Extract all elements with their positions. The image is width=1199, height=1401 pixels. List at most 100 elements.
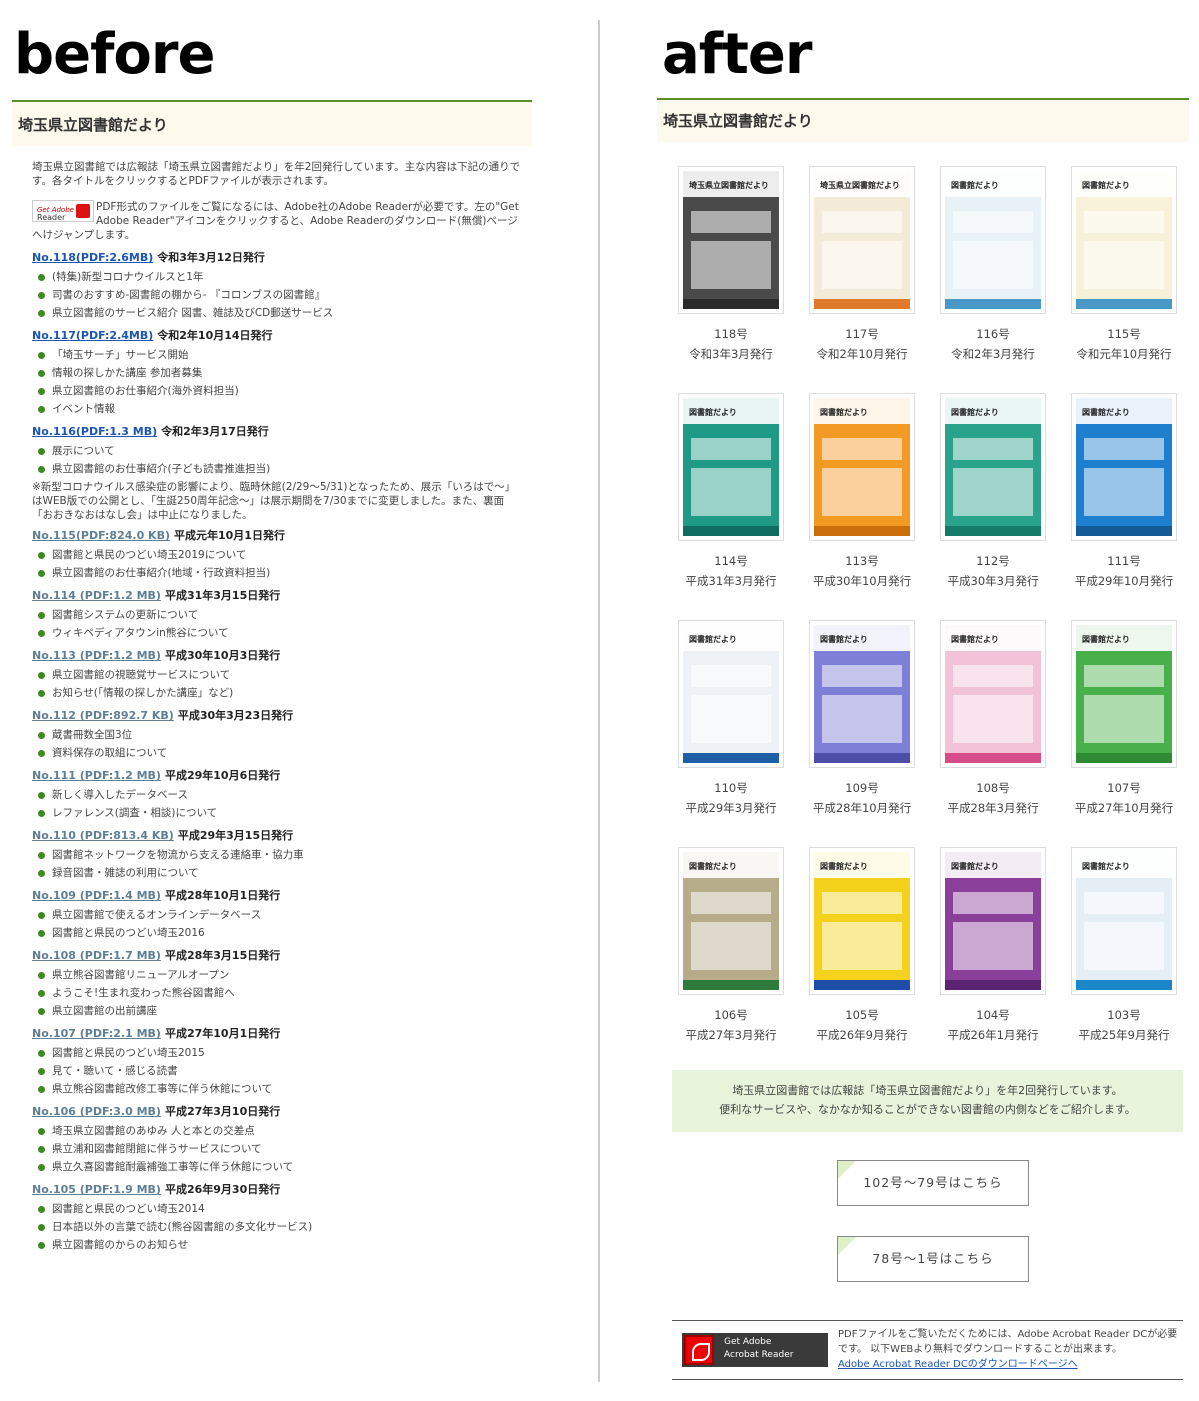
cover-body-block: [953, 468, 1033, 516]
issue-date: 平成26年9月30日発行: [164, 1183, 281, 1196]
issue-pdf-link[interactable]: No.107 (PDF:2.1 MB): [32, 1027, 161, 1040]
newsletter-card[interactable]: 埼玉県立図書館だより 117号 令和2年10月発行: [809, 166, 915, 362]
issue-pdf-link[interactable]: No.106 (PDF:3.0 MB): [32, 1105, 161, 1118]
cover-masthead-text: 図書館だより: [951, 408, 999, 417]
acrobat-reader-notice: Get Adobe Acrobat Reader PDFファイルをご覧いただくた…: [672, 1320, 1183, 1380]
cover-masthead-text: 図書館だより: [951, 635, 999, 644]
issue-topic-item: 県立図書館の出前講座: [32, 1002, 524, 1020]
cover-masthead: 図書館だより: [1076, 852, 1172, 878]
cover-body-block: [691, 922, 771, 970]
newsletter-card[interactable]: 図書館だより 112号 平成30年3月発行: [940, 393, 1046, 589]
newsletter-cover-thumbnail[interactable]: 埼玉県立図書館だより: [809, 166, 915, 314]
issue-pdf-link[interactable]: No.108 (PDF:1.7 MB): [32, 949, 161, 962]
cover-headline-block: [822, 438, 902, 460]
newsletter-card[interactable]: 図書館だより 107号 平成27年10月発行: [1071, 620, 1177, 816]
cover-masthead-text: 図書館だより: [689, 635, 737, 644]
issue-pdf-link[interactable]: No.111 (PDF:1.2 MB): [32, 769, 161, 782]
cover-masthead: 図書館だより: [683, 852, 779, 878]
issue-topic-item: 新しく導入したデータベース: [32, 786, 524, 804]
cover-footer-stripe: [683, 299, 779, 309]
issue-topic-item: お知らせ(「情報の探しかた講座」など): [32, 684, 524, 702]
newsletter-cover-thumbnail[interactable]: 図書館だより: [940, 620, 1046, 768]
issue-topics: 新しく導入したデータベース レファレンス(調査・相談)について: [32, 786, 524, 822]
cover-footer-stripe: [945, 753, 1041, 763]
newsletter-cover-thumbnail[interactable]: 図書館だより: [940, 166, 1046, 314]
issue-topics: 「埼玉サーチ」サービス開始 情報の探しかた講座 参加者募集 県立図書館のお仕事紹介(…: [32, 346, 524, 418]
newsletter-card[interactable]: 図書館だより 104号 平成26年1月発行: [940, 847, 1046, 1043]
issue-pdf-link[interactable]: No.114 (PDF:1.2 MB): [32, 589, 161, 602]
newsletter-card[interactable]: 図書館だより 113号 平成30年10月発行: [809, 393, 915, 589]
notice-line-1: 埼玉県立図書館では広報誌「埼玉県立図書館だより」を年2回発行しています。: [732, 1084, 1123, 1097]
cover-headline-block: [953, 665, 1033, 687]
issue-topic-item: ようこそ!生まれ変わった熊谷図書館へ: [32, 984, 524, 1002]
cover-footer-stripe: [683, 526, 779, 536]
issue-topic-item: 図書館と県民のつどい埼玉2015: [32, 1044, 524, 1062]
newsletter-cover-thumbnail[interactable]: 図書館だより: [940, 847, 1046, 995]
newsletter-card[interactable]: 図書館だより 116号 令和2年3月発行: [940, 166, 1046, 362]
newsletter-cover-thumbnail[interactable]: 図書館だより: [1071, 847, 1177, 995]
issues-78-1-button[interactable]: 78号～1号はこちら: [837, 1236, 1029, 1282]
get-acrobat-reader-button[interactable]: Get Adobe Acrobat Reader: [682, 1333, 828, 1367]
newsletter-card[interactable]: 図書館だより 115号 令和元年10月発行: [1071, 166, 1177, 362]
newsletter-card[interactable]: 図書館だより 110号 平成29年3月発行: [678, 620, 784, 816]
adobe-reader-icon: [76, 204, 90, 218]
issue-date: 平成29年10月6日発行: [164, 769, 281, 782]
issue-heading: No.112 (PDF:892.7 KB) 平成30年3月23日発行: [32, 708, 524, 724]
intro-text: 埼玉県立図書館では広報誌「埼玉県立図書館だより」を年2回発行しています。主な内容…: [32, 161, 521, 187]
issue-pdf-link[interactable]: No.117(PDF:2.4MB): [32, 329, 153, 342]
issue-heading: No.110 (PDF:813.4 KB) 平成29年3月15日発行: [32, 828, 524, 844]
issue-topic-item: 図書館と県民のつどい埼玉2019について: [32, 546, 524, 564]
newsletter-cover-thumbnail[interactable]: 図書館だより: [678, 393, 784, 541]
cover-body-block: [1084, 241, 1164, 289]
issue-pdf-link[interactable]: No.109 (PDF:1.4 MB): [32, 889, 161, 902]
issue-topic-item: 県立熊谷図書館リニューアルオープン: [32, 966, 524, 984]
newsletter-card[interactable]: 図書館だより 105号 平成26年9月発行: [809, 847, 915, 1043]
issue-topic-item: 資料保存の取組について: [32, 744, 524, 762]
issue-pdf-link[interactable]: No.118(PDF:2.6MB): [32, 251, 153, 264]
newsletter-card[interactable]: 図書館だより 111号 平成29年10月発行: [1071, 393, 1177, 589]
newsletter-card[interactable]: 図書館だより 103号 平成25年9月発行: [1071, 847, 1177, 1043]
issue-pdf-link[interactable]: No.112 (PDF:892.7 KB): [32, 709, 174, 722]
newsletter-cover-thumbnail[interactable]: 図書館だより: [809, 620, 915, 768]
issue-pdf-link[interactable]: No.113 (PDF:1.2 MB): [32, 649, 161, 662]
reader-note: Get Adobe Reader PDF形式のファイルをご覧になるには、Adob…: [32, 200, 524, 242]
cover-masthead-text: 図書館だより: [1082, 862, 1130, 871]
issue-number: 103号: [1107, 1008, 1141, 1022]
issue-pdf-link[interactable]: No.115(PDF:824.0 KB): [32, 529, 170, 542]
issue-pdf-link[interactable]: No.116(PDF:1.3 MB): [32, 425, 157, 438]
newsletter-card[interactable]: 図書館だより 109号 平成28年10月発行: [809, 620, 915, 816]
newsletter-cover-thumbnail[interactable]: 図書館だより: [940, 393, 1046, 541]
issue-number: 116号: [976, 327, 1010, 341]
newsletter-cover-thumbnail[interactable]: 図書館だより: [1071, 393, 1177, 541]
issue-pdf-link[interactable]: No.105 (PDF:1.9 MB): [32, 1183, 161, 1196]
cover-masthead: 図書館だより: [814, 625, 910, 651]
notice-line-2: 便利なサービスや、なかなか知ることができない図書館の内側などをご紹介します。: [719, 1103, 1136, 1116]
newsletter-cover-thumbnail[interactable]: 埼玉県立図書館だより: [678, 166, 784, 314]
cover-body-block: [822, 241, 902, 289]
cover-masthead: 図書館だより: [1076, 625, 1172, 651]
newsletter-cover-thumbnail[interactable]: 図書館だより: [809, 847, 915, 995]
newsletter-card[interactable]: 図書館だより 106号 平成27年3月発行: [678, 847, 784, 1043]
newsletter-cover-thumbnail[interactable]: 図書館だより: [1071, 166, 1177, 314]
cover-footer-stripe: [814, 299, 910, 309]
newsletter-cover-thumbnail[interactable]: 図書館だより: [678, 847, 784, 995]
issue-pdf-link[interactable]: No.110 (PDF:813.4 KB): [32, 829, 174, 842]
issue-entry: No.105 (PDF:1.9 MB) 平成26年9月30日発行 図書館と県民のつど…: [32, 1182, 524, 1254]
newsletter-cover-thumbnail[interactable]: 図書館だより: [678, 620, 784, 768]
issue-number: 106号: [714, 1008, 748, 1022]
get-adobe-reader-button[interactable]: Get Adobe Reader: [32, 200, 94, 222]
cover-image: 図書館だより: [1076, 852, 1172, 990]
acro-badge-line2: Acrobat Reader: [724, 1350, 794, 1360]
issue-entry: No.110 (PDF:813.4 KB) 平成29年3月15日発行 図書館ネットワ…: [32, 828, 524, 882]
newsletter-cover-thumbnail[interactable]: 図書館だより: [809, 393, 915, 541]
newsletter-card[interactable]: 図書館だより 114号 平成31年3月発行: [678, 393, 784, 589]
newsletter-card[interactable]: 埼玉県立図書館だより 118号 令和3年3月発行: [678, 166, 784, 362]
cover-body-block: [822, 468, 902, 516]
acrobat-download-link[interactable]: Adobe Acrobat Reader DCのダウンロードページへ: [838, 1359, 1078, 1370]
newsletter-cover-thumbnail[interactable]: 図書館だより: [1071, 620, 1177, 768]
issue-topic-item: 県立浦和図書館閉館に伴うサービスについて: [32, 1140, 524, 1158]
newsletter-card[interactable]: 図書館だより 108号 平成28年3月発行: [940, 620, 1046, 816]
issue-date: 平成27年3月10日発行: [164, 1105, 281, 1118]
cover-headline-block: [1084, 438, 1164, 460]
issues-102-79-button[interactable]: 102号～79号はこちら: [837, 1160, 1029, 1206]
